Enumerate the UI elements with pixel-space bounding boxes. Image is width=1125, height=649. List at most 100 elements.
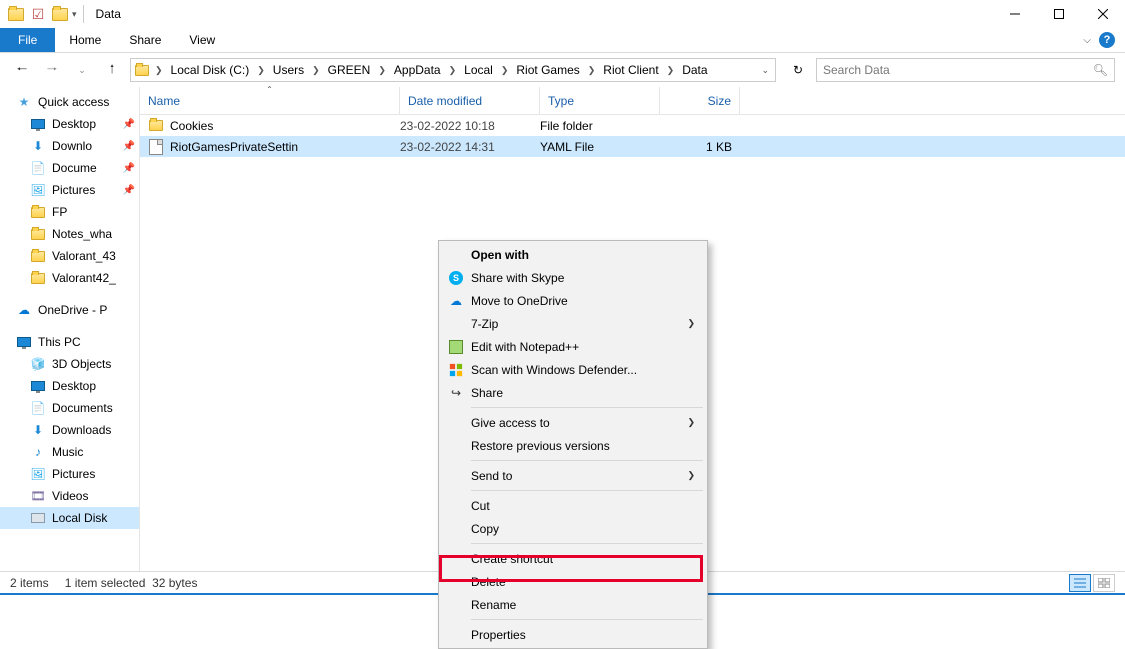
- ribbon-expand-icon[interactable]: ⌵: [1083, 35, 1091, 46]
- sidebar-item-notes[interactable]: Notes_wha: [0, 223, 139, 245]
- 3d-objects-icon: 🧊: [30, 356, 46, 372]
- maximize-button[interactable]: [1037, 0, 1081, 28]
- ctx-open-with[interactable]: Open with: [441, 243, 705, 266]
- ribbon-file-tab[interactable]: File: [0, 28, 55, 52]
- sidebar-item-desktop[interactable]: Desktop📌: [0, 113, 139, 135]
- sidebar-item-3d-objects[interactable]: 🧊3D Objects: [0, 353, 139, 375]
- sidebar-item-downloads[interactable]: ⬇Downlo📌: [0, 135, 139, 157]
- folder-icon: [30, 226, 46, 242]
- sidebar-item-videos: 🎞Videos: [0, 485, 139, 507]
- nav-up-button[interactable]: 🠑: [100, 58, 124, 82]
- chevron-right-icon[interactable]: ❯: [497, 65, 513, 76]
- ribbon-view-tab[interactable]: View: [175, 28, 229, 52]
- sidebar-label: Local Disk: [52, 511, 107, 525]
- col-date[interactable]: Date modified: [400, 87, 540, 114]
- ctx-7zip[interactable]: 7-Zip❯: [441, 312, 705, 335]
- ribbon-share-tab[interactable]: Share: [115, 28, 175, 52]
- sidebar-label: Documents: [52, 401, 113, 415]
- chevron-right-icon[interactable]: ❯: [663, 65, 679, 76]
- search-input[interactable]: Search Data 🔍︎: [816, 58, 1115, 82]
- sidebar-label: Music: [52, 445, 83, 459]
- ctx-give-access[interactable]: Give access to❯: [441, 411, 705, 434]
- sidebar-item-downloads-pc[interactable]: ⬇Downloads: [0, 419, 139, 441]
- sidebar-item-music[interactable]: ♪Music: [0, 441, 139, 463]
- sidebar-this-pc[interactable]: This PC: [0, 331, 139, 353]
- sidebar-item-valorant42[interactable]: Valorant42_: [0, 267, 139, 289]
- breadcrumb-item[interactable]: Local Disk (C:): [167, 63, 254, 77]
- view-thumbnails-button[interactable]: [1093, 574, 1115, 592]
- ctx-properties[interactable]: Properties: [441, 623, 705, 646]
- this-pc-icon: [16, 334, 32, 350]
- col-size[interactable]: Size: [660, 87, 740, 114]
- breadcrumb-item[interactable]: Data: [678, 63, 711, 77]
- ribbon-home-tab[interactable]: Home: [55, 28, 115, 52]
- sidebar-label: OneDrive - P: [38, 303, 107, 317]
- sidebar-item-valorant43[interactable]: Valorant_43: [0, 245, 139, 267]
- file-list: Name⌃ Date modified Type Size Cookies 23…: [140, 87, 1125, 571]
- table-row[interactable]: Cookies 23-02-2022 10:18 File folder: [140, 115, 1125, 136]
- sidebar: ★Quick access Desktop📌 ⬇Downlo📌 📄Docume📌…: [0, 87, 140, 571]
- sidebar-item-documents-pc[interactable]: 📄Documents: [0, 397, 139, 419]
- ctx-rename[interactable]: Rename: [441, 593, 705, 616]
- file-type: File folder: [540, 119, 660, 133]
- sidebar-item-desktop-pc[interactable]: Desktop: [0, 375, 139, 397]
- column-headers: Name⌃ Date modified Type Size: [140, 87, 1125, 115]
- search-icon[interactable]: 🔍︎: [1093, 63, 1108, 77]
- minimize-button[interactable]: [993, 0, 1037, 28]
- chevron-right-icon[interactable]: ❯: [584, 65, 600, 76]
- sidebar-item-fp[interactable]: FP: [0, 201, 139, 223]
- folder-icon: [30, 204, 46, 220]
- sidebar-item-documents[interactable]: 📄Docume📌: [0, 157, 139, 179]
- ctx-cut[interactable]: Cut: [441, 494, 705, 517]
- chevron-down-icon[interactable]: ⌄: [761, 65, 769, 76]
- sidebar-label: Pictures: [52, 183, 95, 197]
- sidebar-label: Pictures: [52, 467, 95, 481]
- ctx-defender[interactable]: Scan with Windows Defender...: [441, 358, 705, 381]
- chevron-right-icon[interactable]: ❯: [151, 65, 167, 76]
- sidebar-item-pictures-pc[interactable]: 🖼Pictures: [0, 463, 139, 485]
- sidebar-item-local-disk[interactable]: Local Disk: [0, 507, 139, 529]
- ctx-delete[interactable]: Delete: [441, 570, 705, 593]
- chevron-right-icon[interactable]: ❯: [308, 65, 324, 76]
- breadcrumb-item[interactable]: Users: [269, 63, 308, 77]
- chevron-right-icon[interactable]: ❯: [253, 65, 269, 76]
- chevron-right-icon[interactable]: ❯: [445, 65, 461, 76]
- table-row[interactable]: RiotGamesPrivateSettin 23-02-2022 14:31 …: [140, 136, 1125, 157]
- ctx-share[interactable]: ↪Share: [441, 381, 705, 404]
- ctx-move-onedrive[interactable]: ☁Move to OneDrive: [441, 289, 705, 312]
- breadcrumb-item[interactable]: GREEN: [324, 63, 375, 77]
- nav-recent-button[interactable]: ⌄: [70, 58, 94, 82]
- sidebar-label: Downloads: [52, 423, 111, 437]
- sidebar-quick-access[interactable]: ★Quick access: [0, 91, 139, 113]
- pin-icon: 📌: [123, 185, 139, 196]
- col-name[interactable]: Name⌃: [140, 87, 400, 114]
- close-button[interactable]: [1081, 0, 1125, 28]
- ctx-copy[interactable]: Copy: [441, 517, 705, 540]
- sidebar-onedrive[interactable]: ☁OneDrive - P: [0, 299, 139, 321]
- breadcrumb-item[interactable]: Riot Games: [512, 63, 583, 77]
- notepadpp-icon: [447, 338, 465, 356]
- breadcrumb[interactable]: ❯ Local Disk (C:) ❯ Users ❯ GREEN ❯ AppD…: [130, 58, 776, 82]
- drive-icon: [30, 510, 46, 526]
- help-icon[interactable]: ?: [1099, 32, 1115, 48]
- nav-back-button[interactable]: 🠐: [10, 58, 34, 82]
- qa-save-icon[interactable]: ☑: [28, 4, 48, 24]
- nav-forward-button[interactable]: 🠒: [40, 58, 64, 82]
- sort-asc-icon: ⌃: [266, 85, 273, 94]
- context-menu: Open with SShare with Skype ☁Move to One…: [438, 240, 708, 649]
- qa-folder-icon[interactable]: [6, 4, 26, 24]
- col-type[interactable]: Type: [540, 87, 660, 114]
- ctx-create-shortcut[interactable]: Create shortcut: [441, 547, 705, 570]
- view-details-button[interactable]: [1069, 574, 1091, 592]
- breadcrumb-item[interactable]: AppData: [390, 63, 445, 77]
- ctx-share-skype[interactable]: SShare with Skype: [441, 266, 705, 289]
- refresh-button[interactable]: ↻: [786, 58, 810, 82]
- sidebar-item-pictures[interactable]: 🖼Pictures📌: [0, 179, 139, 201]
- breadcrumb-item[interactable]: Riot Client: [599, 63, 662, 77]
- ctx-notepadpp[interactable]: Edit with Notepad++: [441, 335, 705, 358]
- chevron-right-icon[interactable]: ❯: [374, 65, 390, 76]
- qa-current-folder-icon: [50, 4, 70, 24]
- ctx-send-to[interactable]: Send to❯: [441, 464, 705, 487]
- ctx-restore-versions[interactable]: Restore previous versions: [441, 434, 705, 457]
- breadcrumb-item[interactable]: Local: [460, 63, 497, 77]
